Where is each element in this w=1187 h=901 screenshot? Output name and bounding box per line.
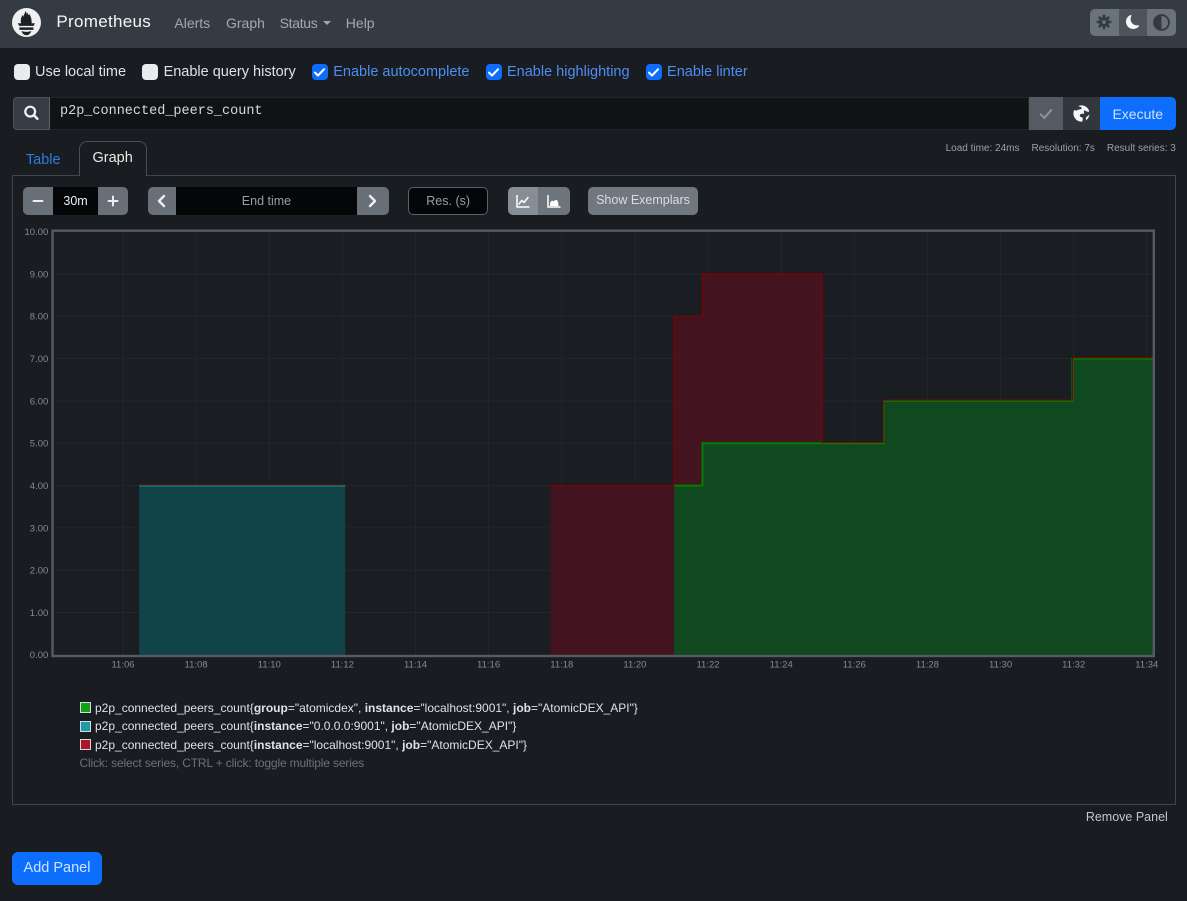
svg-text:7.00: 7.00 xyxy=(30,354,49,365)
svg-text:11:26: 11:26 xyxy=(843,660,866,671)
svg-text:11:24: 11:24 xyxy=(770,660,793,671)
svg-text:11:22: 11:22 xyxy=(696,660,719,671)
svg-text:6.00: 6.00 xyxy=(30,396,49,407)
svg-text:11:06: 11:06 xyxy=(111,660,134,671)
svg-text:11:08: 11:08 xyxy=(185,660,208,671)
svg-text:10.00: 10.00 xyxy=(25,227,49,238)
svg-text:0.00: 0.00 xyxy=(30,650,49,661)
svg-text:1.00: 1.00 xyxy=(30,608,49,619)
svg-text:11:34: 11:34 xyxy=(1135,660,1158,671)
svg-text:11:14: 11:14 xyxy=(404,660,427,671)
svg-text:11:28: 11:28 xyxy=(916,660,939,671)
svg-text:11:10: 11:10 xyxy=(258,660,281,671)
svg-text:3.00: 3.00 xyxy=(30,523,49,534)
svg-text:8.00: 8.00 xyxy=(30,312,49,323)
svg-text:11:12: 11:12 xyxy=(331,660,354,671)
svg-text:11:30: 11:30 xyxy=(989,660,1012,671)
svg-text:11:32: 11:32 xyxy=(1062,660,1085,671)
svg-text:2.00: 2.00 xyxy=(30,566,49,577)
svg-text:9.00: 9.00 xyxy=(30,269,49,280)
svg-text:11:16: 11:16 xyxy=(477,660,500,671)
svg-text:11:20: 11:20 xyxy=(623,660,646,671)
svg-text:4.00: 4.00 xyxy=(30,481,49,492)
svg-text:5.00: 5.00 xyxy=(30,439,49,450)
svg-text:11:18: 11:18 xyxy=(550,660,573,671)
